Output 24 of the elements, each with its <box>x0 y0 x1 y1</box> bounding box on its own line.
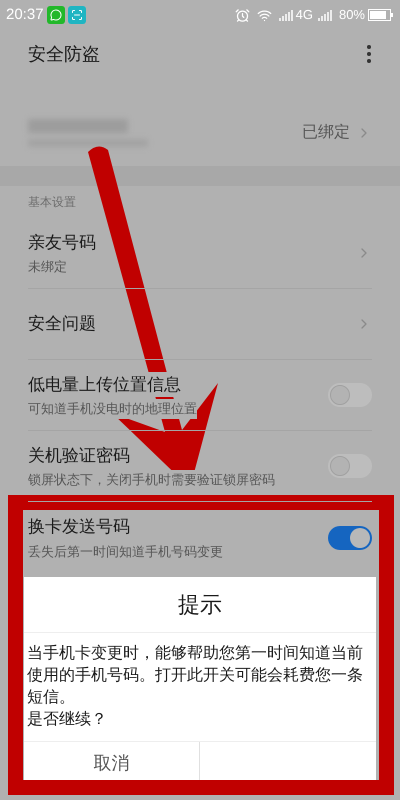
cancel-button[interactable]: 取消 <box>24 742 200 785</box>
battery-percent: 80% <box>338 6 365 24</box>
wifi-icon <box>256 8 272 22</box>
setting-subtitle: 锁屏状态下，关闭手机时需要验证锁屏密码 <box>28 470 275 490</box>
dialog-title: 提示 <box>178 591 222 619</box>
dialog-question: 是否继续？ <box>27 710 107 730</box>
page-title: 安全防盗 <box>28 42 100 66</box>
status-time: 20:37 <box>6 4 44 25</box>
section-header: 基本设置 <box>28 194 76 211</box>
dialog-message: 当手机卡变更时，能够帮助您第一时间知道当前使用的手机号码。打开此开关可能会耗费您一条短信。 <box>27 644 364 708</box>
more-icon[interactable] <box>366 44 372 64</box>
setting-subtitle: 可知道手机没电时的地理位置 <box>28 399 197 418</box>
bind-status: 已绑定 <box>302 122 350 143</box>
toggle-switch[interactable] <box>328 383 372 407</box>
battery-icon <box>368 9 394 21</box>
chat-app-icon <box>46 6 65 24</box>
alarm-icon <box>234 8 250 22</box>
signal-icon <box>278 9 293 21</box>
scan-app-icon <box>68 6 86 24</box>
setting-title: 低电量上传位置信息 <box>28 372 181 397</box>
toggle-switch[interactable] <box>328 454 372 478</box>
signal-icon <box>318 9 332 21</box>
toggle-switch[interactable] <box>328 526 372 550</box>
network-type: 4G <box>296 6 313 24</box>
